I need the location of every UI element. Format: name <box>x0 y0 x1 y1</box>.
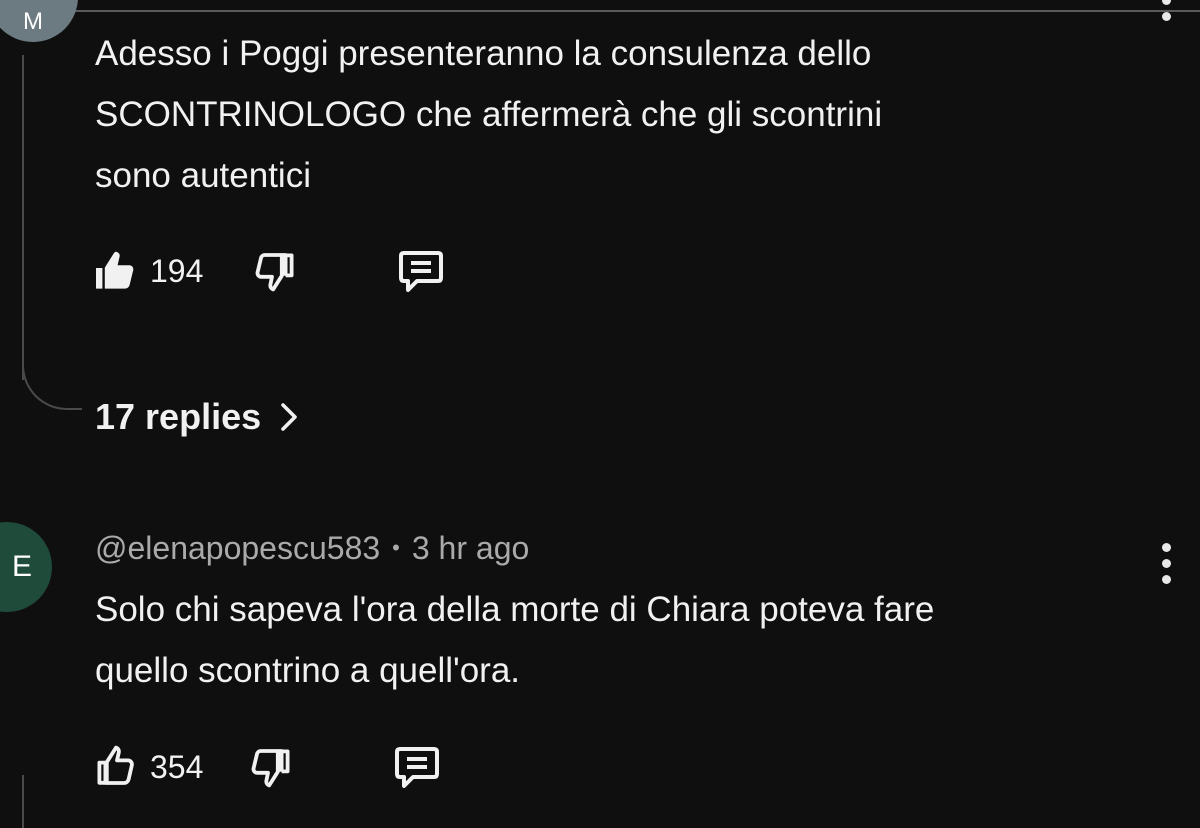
comment-actions: 354 <box>92 742 443 792</box>
avatar[interactable]: M <box>0 0 78 42</box>
thumbs-down-icon <box>255 253 294 292</box>
like-count: 354 <box>150 748 204 785</box>
comment-reply-icon <box>395 747 440 788</box>
like-button[interactable]: 194 <box>92 247 203 295</box>
reply-button[interactable] <box>395 247 447 295</box>
comment-meta: @elenapopescu583 • 3 hr ago <box>95 525 529 571</box>
like-count: 194 <box>150 252 204 289</box>
more-options-button[interactable] <box>1151 543 1181 584</box>
thread-line <box>22 55 24 380</box>
comment-reply-icon <box>399 251 444 292</box>
avatar-letter: E <box>11 550 32 583</box>
divider <box>58 10 1200 12</box>
reply-button[interactable] <box>391 743 443 791</box>
more-vertical-icon-dot <box>1161 12 1171 21</box>
chevron-right-icon <box>281 403 297 431</box>
comment-text: Adesso i Poggi presenteranno la consulen… <box>95 34 883 195</box>
avatar-letter: M <box>23 8 43 35</box>
comment-text: Solo chi sapeva l'ora della morte di Chi… <box>95 590 935 690</box>
timestamp: 3 hr ago <box>411 529 530 566</box>
more-vertical-icon-dot <box>1161 575 1171 584</box>
dislike-button[interactable] <box>247 743 295 791</box>
separator: • <box>392 535 400 560</box>
thread-line <box>22 775 24 828</box>
comment-actions: 194 <box>92 246 447 296</box>
more-vertical-icon-dot <box>1161 559 1171 568</box>
author-handle[interactable]: @elenapopescu583 <box>95 530 380 567</box>
comments-section: M Adesso i Poggi presenteranno la consul… <box>0 0 1200 828</box>
more-vertical-icon <box>1161 543 1171 552</box>
more-vertical-icon <box>1161 0 1171 5</box>
thumbs-down-icon <box>251 749 290 788</box>
avatar[interactable]: E <box>0 522 52 612</box>
thumbs-up-outline-icon <box>97 745 134 785</box>
replies-label: 17 replies <box>95 396 262 437</box>
view-replies-button[interactable]: 17 replies <box>95 392 299 442</box>
thread-connector <box>22 360 82 410</box>
dislike-button[interactable] <box>251 247 299 295</box>
like-button[interactable]: 354 <box>92 743 203 791</box>
more-options-button[interactable] <box>1151 0 1181 21</box>
thumbs-up-filled-icon <box>96 251 134 289</box>
